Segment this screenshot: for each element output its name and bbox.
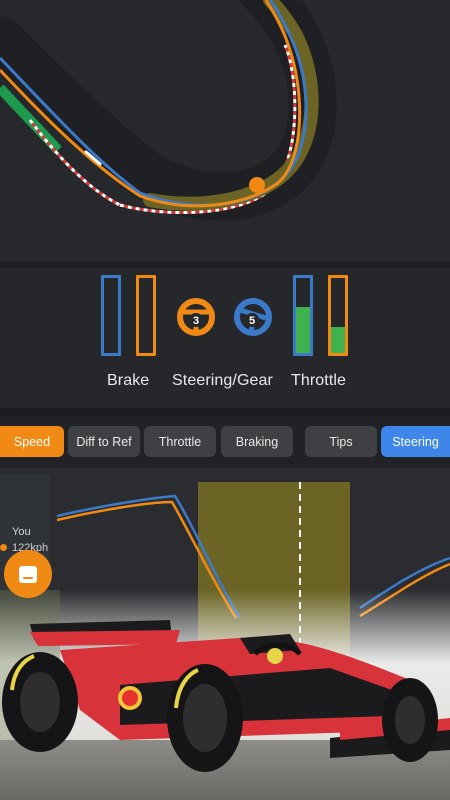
tab-steering[interactable]: Steering — [381, 426, 450, 457]
car-position-marker — [249, 177, 265, 193]
metric-tab-bar: Speed Diff to Ref Throttle Braking Tips … — [0, 416, 450, 468]
throttle-label: Throttle — [291, 372, 347, 389]
steering-wheel-reference-icon: 5 — [234, 298, 272, 336]
panel-divider-2 — [0, 408, 450, 416]
inputs-panel: 3 5 Brake Steering/Gear Throttle — [0, 268, 450, 408]
steering-gear-label: Steering/Gear — [172, 372, 273, 389]
steering-wheel-you-icon: 3 — [177, 298, 215, 336]
throttle-fill-you — [331, 326, 345, 353]
track-map[interactable] — [0, 0, 450, 262]
tab-speed[interactable]: Speed — [0, 426, 64, 457]
tab-throttle[interactable]: Throttle — [144, 426, 216, 457]
tab-tips[interactable]: Tips — [305, 426, 377, 457]
chat-button[interactable] — [4, 550, 52, 598]
throttle-fill-reference — [296, 306, 310, 353]
track-surface — [0, 0, 337, 221]
tab-braking[interactable]: Braking — [221, 426, 293, 457]
readout-dot — [0, 544, 7, 551]
throttle-bar-you — [328, 275, 348, 356]
throttle-bar-reference — [293, 275, 313, 356]
brake-label: Brake — [107, 372, 150, 389]
track-map-canvas — [0, 0, 337, 221]
gear-reference: 5 — [249, 315, 255, 327]
chat-icon — [19, 565, 37, 583]
app-screen: 3 5 Brake Steering/Gear Throttle Speed D… — [0, 0, 450, 800]
car-image — [0, 590, 450, 800]
brake-bar-you — [136, 275, 156, 356]
tab-diff-to-ref[interactable]: Diff to Ref — [68, 426, 140, 457]
f1-car-illustration — [0, 590, 450, 800]
brake-bar-reference — [101, 275, 121, 356]
gear-you: 3 — [193, 315, 199, 327]
readout-name: You — [12, 526, 31, 538]
